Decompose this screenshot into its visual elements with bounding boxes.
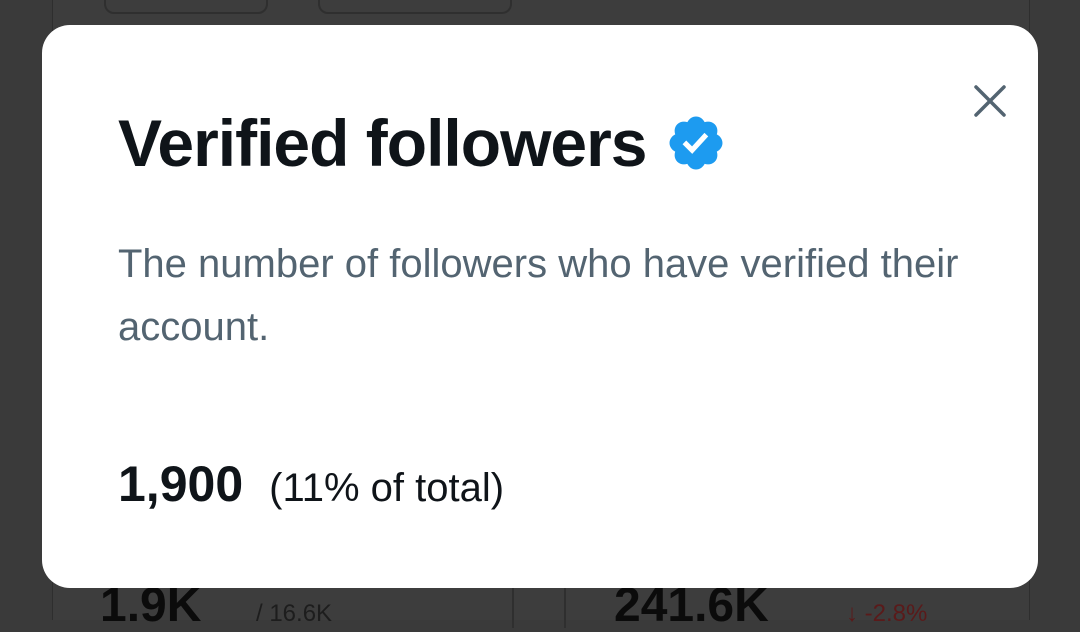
background-divider bbox=[564, 588, 566, 628]
close-icon bbox=[974, 85, 1006, 117]
background-impressions-stat: 241.6K bbox=[614, 579, 769, 632]
stat-percent-of-total: (11% of total) bbox=[269, 466, 505, 510]
dialog-header: Verified followers bbox=[118, 105, 727, 181]
background-divider bbox=[512, 588, 514, 628]
verified-badge-icon bbox=[665, 112, 727, 174]
background-filter-chip bbox=[318, 0, 512, 14]
dialog-title: Verified followers bbox=[118, 106, 647, 180]
background-impressions-change: ↓ -2.8% bbox=[846, 600, 928, 627]
close-button[interactable] bbox=[972, 83, 1008, 119]
background-filter-chip bbox=[104, 0, 268, 14]
background-verified-total: / 16.6K bbox=[256, 600, 333, 627]
stat-value: 1,900 bbox=[118, 456, 244, 512]
background-verified-stat: 1.9K bbox=[100, 579, 202, 632]
verified-followers-stat: 1,900 (11% of total) bbox=[118, 455, 504, 513]
dialog-description: The number of followers who have verifie… bbox=[118, 242, 959, 349]
verified-followers-dialog: Verified followers The number of followe… bbox=[42, 25, 1038, 588]
